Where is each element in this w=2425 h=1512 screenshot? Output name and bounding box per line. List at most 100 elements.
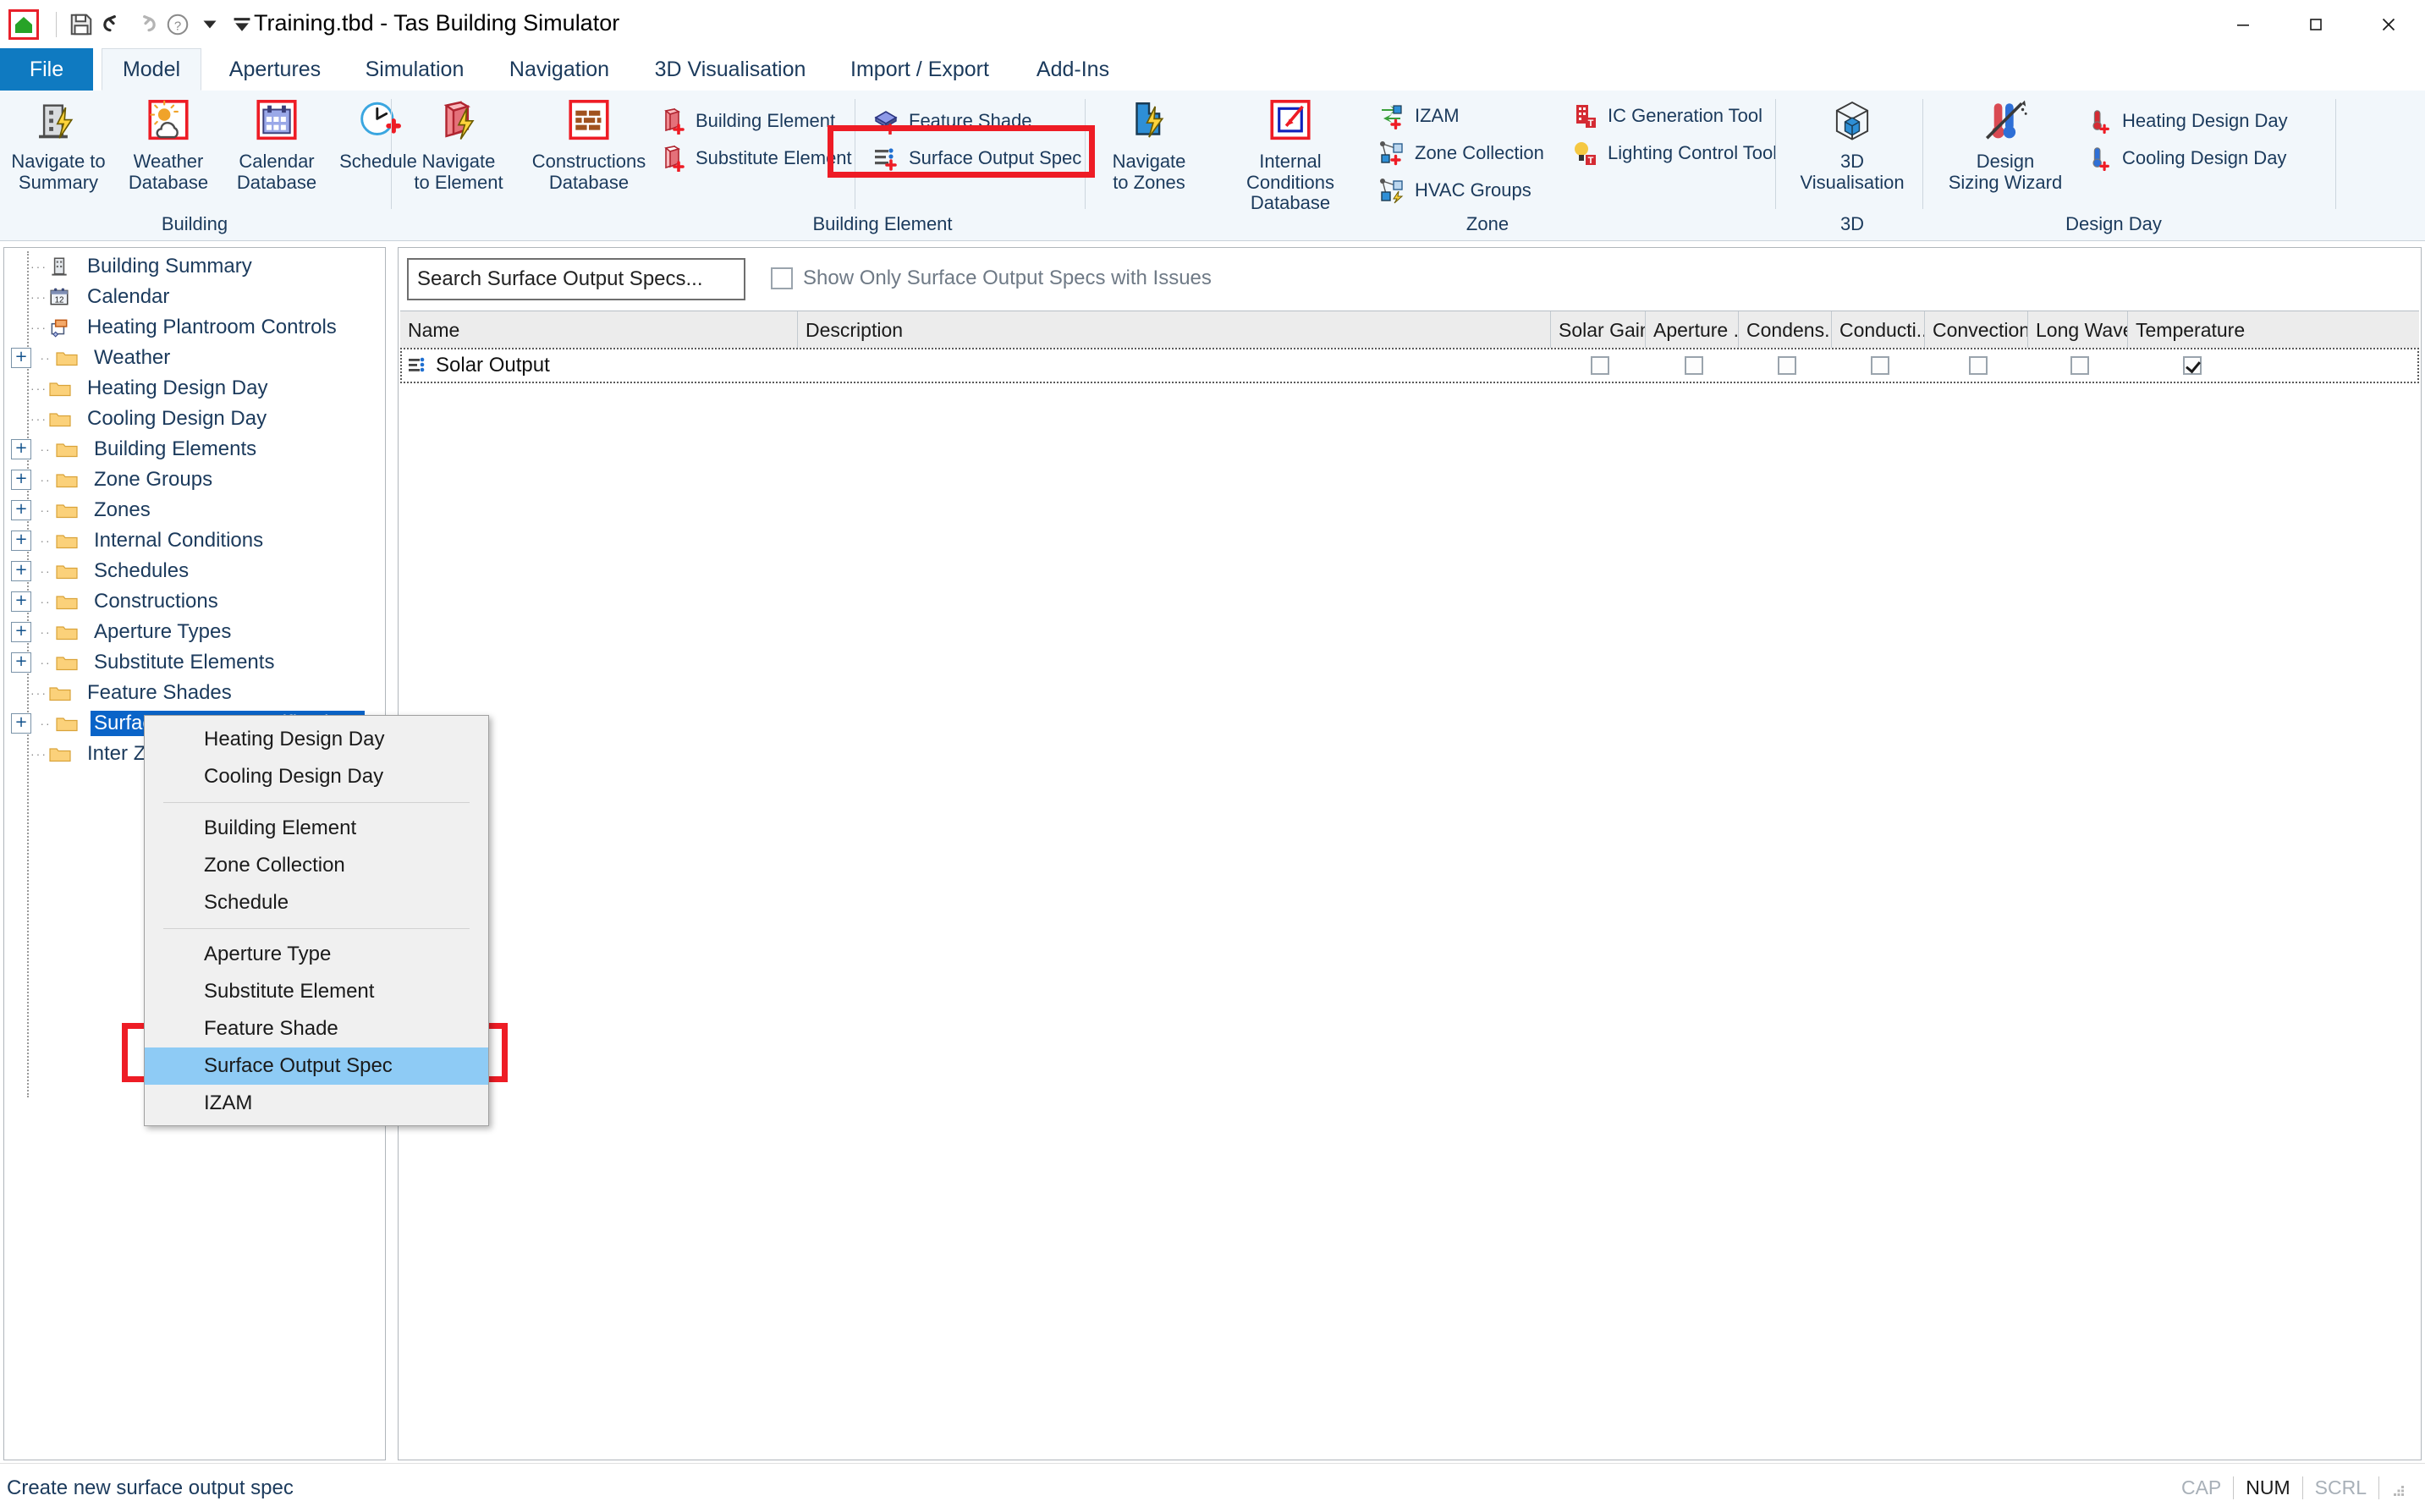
tree-expander[interactable]: + bbox=[11, 500, 31, 520]
checkbox-condensation[interactable] bbox=[1778, 356, 1796, 375]
tab-navigation[interactable]: Navigation bbox=[491, 48, 628, 91]
tree-expander[interactable]: + bbox=[11, 348, 31, 368]
tab-apertures[interactable]: Apertures bbox=[212, 48, 338, 91]
app-icon[interactable] bbox=[8, 8, 39, 40]
weather-database-button[interactable]: Weather Database bbox=[118, 96, 218, 193]
tab-add-ins[interactable]: Add-Ins bbox=[1014, 48, 1132, 91]
tab-import-export[interactable]: Import / Export bbox=[833, 48, 1007, 91]
menu-item-schedule[interactable]: Schedule bbox=[145, 884, 488, 921]
tab-file[interactable]: File bbox=[0, 48, 93, 91]
tree-item-substitute-elements[interactable]: + ·· Substitute Elements bbox=[4, 647, 385, 678]
row-cell-long-wave[interactable] bbox=[2030, 349, 2130, 382]
tree-item-aperture-types[interactable]: + ·· Aperture Types bbox=[4, 617, 385, 647]
tree-expander[interactable]: + bbox=[11, 561, 31, 581]
help-icon[interactable]: ? bbox=[162, 8, 194, 41]
menu-item-zone-collection[interactable]: Zone Collection bbox=[145, 847, 488, 884]
resize-grip-icon[interactable] bbox=[2391, 1481, 2406, 1496]
checkbox-box[interactable] bbox=[771, 267, 793, 289]
menu-item-aperture-type[interactable]: Aperture Type bbox=[145, 936, 488, 973]
column-header-temperature[interactable]: Temperature bbox=[2128, 311, 2253, 349]
checkbox-long-wave[interactable] bbox=[2070, 356, 2089, 375]
navigate-to-element-button[interactable]: Navigate to Element bbox=[404, 96, 513, 193]
row-cell-convection[interactable] bbox=[1927, 349, 2030, 382]
tree-expander[interactable]: + bbox=[11, 713, 31, 734]
substitute-element-button[interactable]: Substitute Element bbox=[658, 140, 852, 177]
menu-item-surface-output-spec[interactable]: Surface Output Spec bbox=[145, 1047, 488, 1085]
row-cell-name[interactable]: Solar Output bbox=[402, 349, 800, 382]
tree-item-heating-plantroom-controls[interactable]: ··· Heating Plantroom Controls bbox=[4, 312, 385, 343]
checkbox-temperature[interactable] bbox=[2183, 356, 2202, 375]
tab-simulation[interactable]: Simulation bbox=[347, 48, 482, 91]
row-cell-solar-gain[interactable] bbox=[1553, 349, 1647, 382]
tree-item-building-elements[interactable]: + ·· Building Elements bbox=[4, 434, 385, 465]
maximize-button[interactable] bbox=[2279, 0, 2352, 48]
row-cell-description[interactable] bbox=[800, 349, 1553, 382]
column-header-long-wave[interactable]: Long Wave bbox=[2028, 311, 2128, 349]
row-cell-temperature[interactable] bbox=[2130, 349, 2255, 382]
zone-collection-button[interactable]: Zone Collection bbox=[1377, 135, 1544, 172]
tree-item-schedules[interactable]: + ·· Schedules bbox=[4, 556, 385, 586]
ic-generation-tool-button[interactable]: T IC Generation Tool bbox=[1570, 97, 1762, 135]
tab-3d-visualisation[interactable]: 3D Visualisation bbox=[636, 48, 824, 91]
menu-item-substitute-element[interactable]: Substitute Element bbox=[145, 973, 488, 1010]
undo-icon[interactable] bbox=[97, 8, 129, 41]
hvac-groups-button[interactable]: HVAC Groups bbox=[1377, 172, 1531, 209]
tree-item-heating-design-day[interactable]: ··· Heating Design Day bbox=[4, 373, 385, 404]
3d-visualisation-button[interactable]: 3D Visualisation bbox=[1789, 96, 1916, 193]
internal-conditions-database-button[interactable]: Internal Conditions Database bbox=[1213, 96, 1367, 214]
menu-item-heating-design-day[interactable]: Heating Design Day bbox=[145, 721, 488, 758]
feature-shade-button[interactable]: Feature Shade bbox=[872, 102, 1032, 140]
minimize-button[interactable] bbox=[2207, 0, 2279, 48]
navigate-to-zones-button[interactable]: Navigate to Zones bbox=[1098, 96, 1200, 193]
chevron-down-icon[interactable] bbox=[194, 8, 226, 41]
redo-icon[interactable] bbox=[129, 8, 162, 41]
row-cell-conduction[interactable] bbox=[1834, 349, 1927, 382]
tree-expander[interactable]: + bbox=[11, 652, 31, 673]
tree-item-zone-groups[interactable]: + ·· Zone Groups bbox=[4, 465, 385, 495]
column-header-solar-gain[interactable]: Solar Gain bbox=[1551, 311, 1646, 349]
context-menu[interactable]: Heating Design Day Cooling Design Day Bu… bbox=[144, 715, 489, 1126]
cooling-design-day-button[interactable]: Cooling Design Day bbox=[2085, 140, 2286, 177]
tree-expander[interactable]: + bbox=[11, 591, 31, 612]
tree-item-calendar[interactable]: ··· 12 Calendar bbox=[4, 282, 385, 312]
close-button[interactable] bbox=[2352, 0, 2425, 48]
column-header-convection[interactable]: Convection bbox=[1925, 311, 2028, 349]
row-cell-condensation[interactable] bbox=[1740, 349, 1834, 382]
tree-item-feature-shades[interactable]: ··· Feature Shades bbox=[4, 678, 385, 708]
tree-item-weather[interactable]: + ·· Weather bbox=[4, 343, 385, 373]
save-icon[interactable] bbox=[65, 8, 97, 41]
column-header-conduction[interactable]: Conducti... bbox=[1832, 311, 1925, 349]
menu-item-building-element[interactable]: Building Element bbox=[145, 810, 488, 847]
column-header-description[interactable]: Description bbox=[798, 311, 1551, 349]
tree-item-building-summary[interactable]: ··· Building Summary bbox=[4, 251, 385, 282]
tree-item-cooling-design-day[interactable]: ··· Cooling Design Day bbox=[4, 404, 385, 434]
search-input[interactable]: Search Surface Output Specs... bbox=[407, 258, 745, 300]
checkbox-convection[interactable] bbox=[1969, 356, 1988, 375]
tree-item-internal-conditions[interactable]: + ·· Internal Conditions bbox=[4, 525, 385, 556]
menu-item-izam[interactable]: IZAM bbox=[145, 1085, 488, 1122]
tree-expander[interactable]: + bbox=[11, 439, 31, 459]
izam-button[interactable]: IZAM bbox=[1377, 97, 1460, 135]
row-cell-aperture[interactable] bbox=[1647, 349, 1740, 382]
constructions-database-button[interactable]: Constructions Database bbox=[525, 96, 653, 193]
heating-design-day-button[interactable]: Heating Design Day bbox=[2085, 102, 2288, 140]
tree-expander[interactable]: + bbox=[11, 470, 31, 490]
checkbox-conduction[interactable] bbox=[1871, 356, 1889, 375]
design-sizing-wizard-button[interactable]: Design Sizing Wizard bbox=[1936, 96, 2075, 193]
tree-expander[interactable]: + bbox=[11, 622, 31, 642]
tree-item-zones[interactable]: + ·· Zones bbox=[4, 495, 385, 525]
table-row[interactable]: Solar Output bbox=[400, 348, 2419, 383]
menu-item-feature-shade[interactable]: Feature Shade bbox=[145, 1010, 488, 1047]
menu-item-cooling-design-day[interactable]: Cooling Design Day bbox=[145, 758, 488, 795]
show-issues-checkbox[interactable]: Show Only Surface Output Specs with Issu… bbox=[771, 267, 1212, 290]
calendar-database-button[interactable]: Calendar Database bbox=[227, 96, 327, 193]
tab-model[interactable]: Model bbox=[102, 48, 201, 91]
navigate-to-summary-button[interactable]: Navigate to Summary bbox=[8, 96, 108, 193]
column-header-condensation[interactable]: Condens... bbox=[1739, 311, 1832, 349]
column-header-name[interactable]: Name bbox=[400, 311, 798, 349]
checkbox-solar-gain[interactable] bbox=[1591, 356, 1609, 375]
lighting-control-tool-button[interactable]: T Lighting Control Tool bbox=[1570, 135, 1777, 172]
tree-expander[interactable]: + bbox=[11, 531, 31, 551]
surface-output-spec-button[interactable]: Surface Output Spec bbox=[872, 140, 1081, 177]
checkbox-aperture[interactable] bbox=[1685, 356, 1703, 375]
